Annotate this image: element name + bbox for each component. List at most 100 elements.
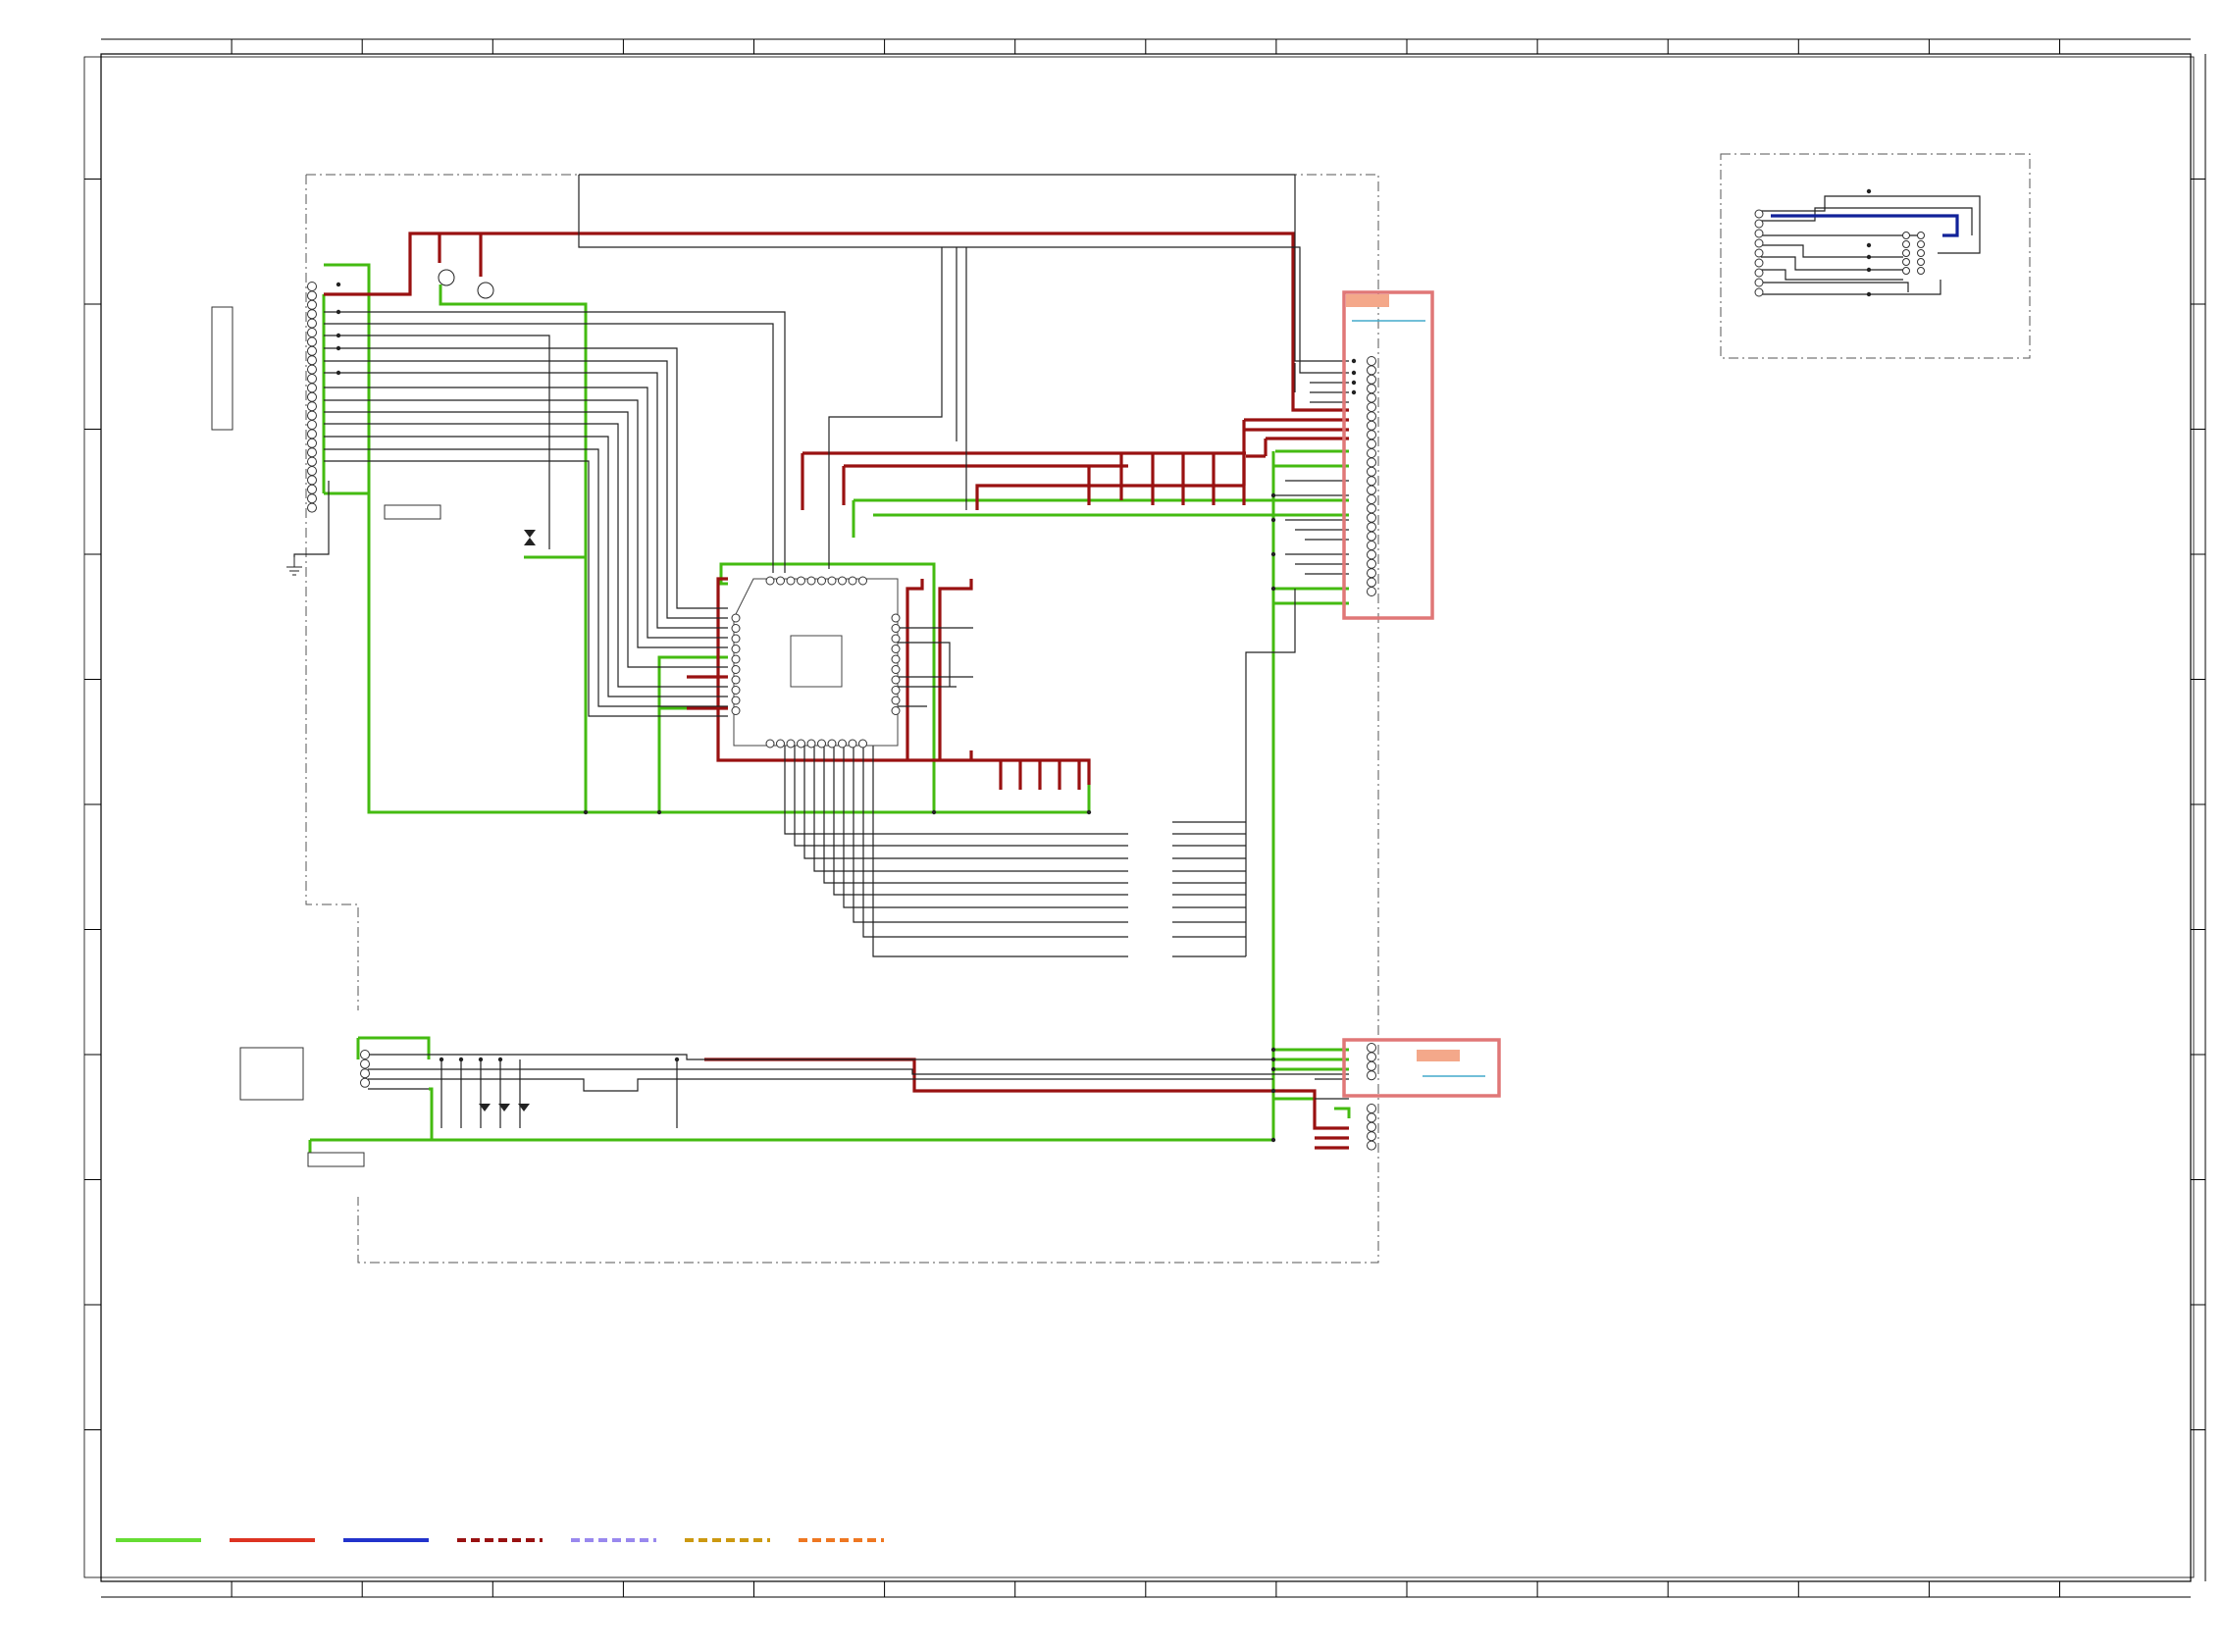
connector-pin <box>1367 374 1376 385</box>
ic-pin <box>806 576 816 586</box>
wire <box>324 335 550 549</box>
ground-wires <box>308 263 1351 1153</box>
signal-wires <box>293 174 1981 1143</box>
wire <box>368 1068 1349 1075</box>
junction-dot <box>1270 517 1276 523</box>
wire <box>906 579 924 760</box>
ic-pin <box>731 686 741 695</box>
ic-pin <box>891 634 901 644</box>
ic-pin <box>765 576 775 586</box>
connector-pin <box>1367 430 1376 440</box>
connector-pin <box>1367 1104 1376 1113</box>
connector-pin <box>360 1068 370 1079</box>
wire <box>828 247 943 569</box>
wire <box>429 1087 434 1140</box>
wire <box>579 174 1349 362</box>
ic-pin <box>731 696 741 705</box>
connector-pin <box>307 383 317 393</box>
connector-pin <box>307 447 317 458</box>
connector-pin <box>1902 258 1910 266</box>
connector-pin <box>1367 384 1376 394</box>
junction-dot <box>336 370 341 376</box>
junction-dot <box>1866 188 1872 194</box>
ic-pin <box>797 576 805 586</box>
ic-pin <box>848 739 857 749</box>
junction-dot <box>1866 291 1872 297</box>
connector-pin <box>307 290 317 301</box>
wire <box>1761 282 1909 292</box>
wire <box>324 232 1349 412</box>
wire <box>324 360 728 619</box>
ic-pin <box>731 665 741 674</box>
ic-pin <box>891 624 901 633</box>
connector-pin <box>1917 232 1925 239</box>
wire <box>324 263 586 814</box>
junction-dot <box>1270 1047 1276 1053</box>
wire <box>1761 269 1903 281</box>
connector-pin <box>1367 420 1376 431</box>
connector-pin <box>1917 240 1925 248</box>
connector-pin <box>1902 249 1910 257</box>
connector-pin <box>307 364 317 375</box>
connector-pin <box>1367 392 1376 403</box>
wire <box>1334 1107 1351 1118</box>
connector-pin <box>1367 568 1376 579</box>
connector-pin <box>307 438 317 448</box>
connector-pin <box>1367 457 1376 468</box>
connector-pin <box>1367 1060 1376 1071</box>
connector-pin <box>1902 267 1910 275</box>
junction-dot <box>1351 370 1357 376</box>
connector-pin <box>1917 249 1925 257</box>
ic-pin <box>891 675 901 685</box>
junction-dot <box>583 809 589 815</box>
ic-pin <box>731 654 741 664</box>
connector-pin <box>307 318 317 329</box>
connector-pin <box>1754 248 1764 258</box>
connector-pin <box>1754 287 1764 297</box>
junction-dot <box>336 282 341 287</box>
junction-dot <box>1270 1088 1276 1094</box>
wire <box>1761 244 1903 258</box>
connector-pin <box>1367 522 1376 533</box>
connector-pin <box>1367 485 1376 495</box>
connector-pin <box>1367 1121 1376 1132</box>
connector-pin <box>1367 1140 1376 1151</box>
junction-dot <box>1270 1057 1276 1062</box>
connector-pin <box>1754 268 1764 278</box>
junction-dot <box>336 345 341 351</box>
connector-pin <box>1367 503 1376 514</box>
junction-dot <box>497 1057 503 1062</box>
connector-pin <box>307 328 317 337</box>
power-wires <box>324 232 1349 1150</box>
wire <box>1761 280 1941 295</box>
connector-pin <box>307 420 317 430</box>
connector-pin <box>307 309 317 320</box>
highlight-boxes <box>1342 290 1501 1098</box>
connector-pin <box>1754 229 1764 238</box>
connector-pin <box>307 391 317 402</box>
junction-dot <box>336 309 341 315</box>
wire <box>975 484 1244 510</box>
ic-pin <box>776 739 785 749</box>
junction-dot <box>1270 1137 1276 1143</box>
connectors <box>307 209 1925 1151</box>
wire <box>324 311 786 573</box>
connector-pin <box>1367 439 1376 449</box>
junction-dot <box>656 809 662 815</box>
connector-pin <box>1367 541 1376 550</box>
ic-pin <box>838 576 847 586</box>
ic-pin <box>776 576 785 586</box>
wire <box>833 746 1128 896</box>
connector-pin <box>1367 549 1376 560</box>
connector-pin <box>1917 267 1925 275</box>
wire <box>1761 207 1973 235</box>
wire <box>716 577 1091 785</box>
connector-pin <box>307 502 317 513</box>
wire <box>704 1058 1273 1093</box>
connector-pin <box>307 374 317 384</box>
connector-pin <box>1367 356 1376 366</box>
wire <box>898 642 951 687</box>
ground-symbol <box>286 557 302 576</box>
connector-pin <box>1367 577 1376 588</box>
connector-pin <box>307 401 317 412</box>
